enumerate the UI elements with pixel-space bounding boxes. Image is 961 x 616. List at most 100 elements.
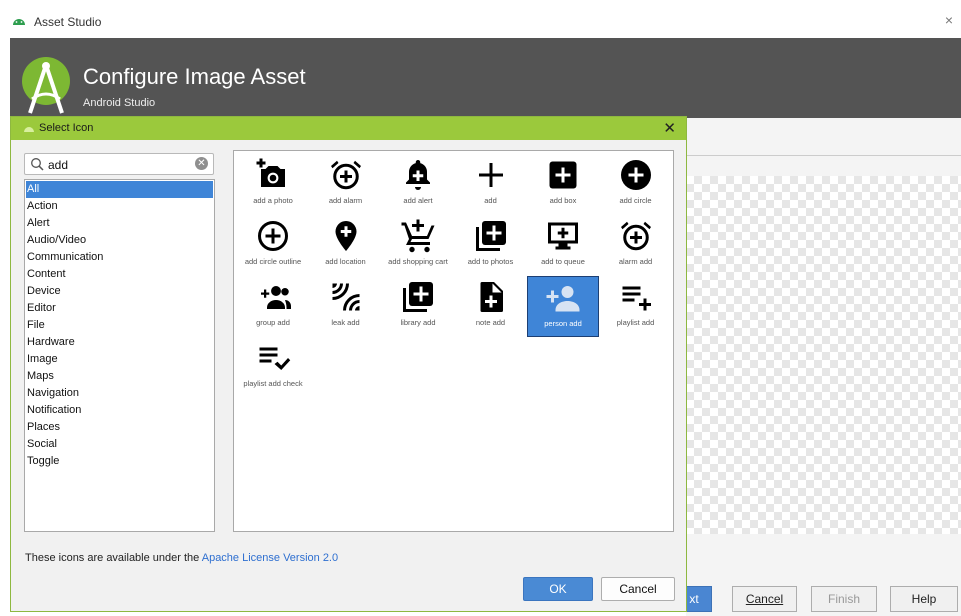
wizard-cancel-button[interactable]: Cancel xyxy=(732,586,797,612)
category-item-device[interactable]: Device xyxy=(26,283,213,300)
dialog-title-bar: Select Icon ✕ xyxy=(11,117,686,140)
icon-tile-add-circle[interactable]: add circle xyxy=(600,154,672,215)
license-link[interactable]: Apache License Version 2.0 xyxy=(202,552,338,564)
playlist-add-check-icon xyxy=(259,347,291,370)
category-item-navigation[interactable]: Navigation xyxy=(26,385,213,402)
icon-tile-add[interactable]: add xyxy=(455,154,527,215)
icon-tile-add-box[interactable]: add box xyxy=(527,154,599,215)
icon-tile-add-alarm[interactable]: add alarm xyxy=(310,154,382,215)
icon-tile-label: playlist add check xyxy=(243,379,303,388)
add-circle-icon xyxy=(620,160,651,190)
group-add-icon xyxy=(261,286,291,309)
icon-tile-person-add[interactable]: person add xyxy=(527,276,599,337)
background-tab-strip xyxy=(686,138,961,156)
icon-tile-group-add[interactable]: group add xyxy=(237,276,309,337)
leak-add-icon xyxy=(332,283,359,311)
icon-tile-add-to-queue[interactable]: add to queue xyxy=(527,215,599,276)
icon-tile-label: library add xyxy=(400,318,436,327)
cancel-button[interactable]: Cancel xyxy=(601,577,675,601)
category-item-audio-video[interactable]: Audio/Video xyxy=(26,232,213,249)
add-to-queue-icon xyxy=(548,222,578,250)
category-item-editor[interactable]: Editor xyxy=(26,300,213,317)
icon-tile-alarm-add[interactable]: alarm add xyxy=(600,215,672,276)
category-item-places[interactable]: Places xyxy=(26,419,213,436)
window-title-bar: Asset Studio × xyxy=(0,0,961,38)
add-shopping-cart-icon xyxy=(401,219,435,253)
icon-grid: add a photo add alarm add alert add add box a… xyxy=(233,150,674,532)
add-to-photos-icon xyxy=(475,221,506,251)
license-prefix: These icons are available under the xyxy=(25,552,202,564)
icon-tile-label: alarm add xyxy=(618,257,653,266)
alarm-add-icon xyxy=(620,221,651,251)
icon-tile-note-add[interactable]: note add xyxy=(455,276,527,337)
icon-tile-add-a-photo[interactable]: add a photo xyxy=(237,154,309,215)
icon-tile-label: add a photo xyxy=(253,196,293,205)
add-location-icon xyxy=(335,221,356,251)
window-close-button[interactable]: × xyxy=(945,12,953,28)
category-item-social[interactable]: Social xyxy=(26,436,213,453)
icon-tile-label: add shopping cart xyxy=(388,257,448,266)
icon-tile-label: add alarm xyxy=(328,196,363,205)
category-item-hardware[interactable]: Hardware xyxy=(26,334,213,351)
search-icon xyxy=(31,158,44,171)
clear-search-icon[interactable]: ✕ xyxy=(195,157,208,170)
icon-tile-label: add circle xyxy=(619,196,652,205)
android-icon xyxy=(13,19,25,25)
person-add-icon xyxy=(546,286,580,312)
icon-tile-label: add to photos xyxy=(467,257,514,266)
add-icon xyxy=(478,163,503,187)
category-item-toggle[interactable]: Toggle xyxy=(26,453,213,470)
library-add-icon xyxy=(403,282,433,312)
icon-tile-label: add location xyxy=(325,257,366,266)
icon-tile-label: leak add xyxy=(331,318,360,327)
android-studio-logo xyxy=(22,57,70,114)
icon-tile-label: add alert xyxy=(403,196,433,205)
search-value: add xyxy=(48,158,69,172)
icon-tile-label: playlist add xyxy=(616,318,655,327)
dialog-close-button[interactable]: ✕ xyxy=(663,119,676,137)
help-button[interactable]: Help xyxy=(890,586,958,612)
search-input[interactable]: add ✕ xyxy=(24,153,214,175)
add-alarm-icon xyxy=(330,160,361,190)
icon-tile-label: group add xyxy=(256,318,290,327)
category-item-communication[interactable]: Communication xyxy=(26,249,213,266)
icon-tile-add-alert[interactable]: add alert xyxy=(382,154,454,215)
category-item-content[interactable]: Content xyxy=(26,266,213,283)
icon-tile-add-circle-outline[interactable]: add circle outline xyxy=(237,215,309,276)
icon-tile-leak-add[interactable]: leak add xyxy=(310,276,382,337)
category-item-image[interactable]: Image xyxy=(26,351,213,368)
category-item-alert[interactable]: Alert xyxy=(26,215,213,232)
category-item-notification[interactable]: Notification xyxy=(26,402,213,419)
icon-tile-library-add[interactable]: library add xyxy=(382,276,454,337)
finish-button[interactable]: Finish xyxy=(811,586,877,612)
add-box-icon xyxy=(549,161,577,189)
icon-tile-label: add circle outline xyxy=(244,257,302,266)
add-a-photo-icon xyxy=(256,158,285,187)
icon-tile-label: note add xyxy=(475,318,506,327)
icon-tile-label: add xyxy=(484,196,497,205)
icon-tile-playlist-add[interactable]: playlist add xyxy=(600,276,672,337)
add-alert-icon xyxy=(406,160,430,190)
banner-subtitle: Android Studio xyxy=(83,97,156,109)
playlist-add-icon xyxy=(622,286,651,311)
note-add-icon xyxy=(480,282,503,312)
dialog-title: Select Icon xyxy=(39,122,94,134)
license-text: These icons are available under the Apac… xyxy=(25,552,338,564)
category-item-maps[interactable]: Maps xyxy=(26,368,213,385)
android-icon xyxy=(24,127,34,132)
ok-button[interactable]: OK xyxy=(523,577,593,601)
icon-tile-add-shopping-cart[interactable]: add shopping cart xyxy=(382,215,454,276)
category-item-action[interactable]: Action xyxy=(26,198,213,215)
icon-tile-playlist-add-check[interactable]: playlist add check xyxy=(237,337,309,398)
category-item-all[interactable]: All xyxy=(26,181,213,198)
icon-tile-label: person add xyxy=(544,319,582,328)
banner-title: Configure Image Asset xyxy=(83,64,306,89)
header-banner: Configure Image Asset Android Studio xyxy=(10,38,961,118)
icon-tile-add-to-photos[interactable]: add to photos xyxy=(455,215,527,276)
window-title: Asset Studio xyxy=(34,15,102,29)
add-circle-outline-icon xyxy=(258,221,288,251)
icon-tile-add-location[interactable]: add location xyxy=(310,215,382,276)
select-icon-dialog: Select Icon ✕ add ✕ All Action Alert Audio/… xyxy=(10,116,687,612)
category-item-file[interactable]: File xyxy=(26,317,213,334)
preview-canvas xyxy=(686,176,961,534)
